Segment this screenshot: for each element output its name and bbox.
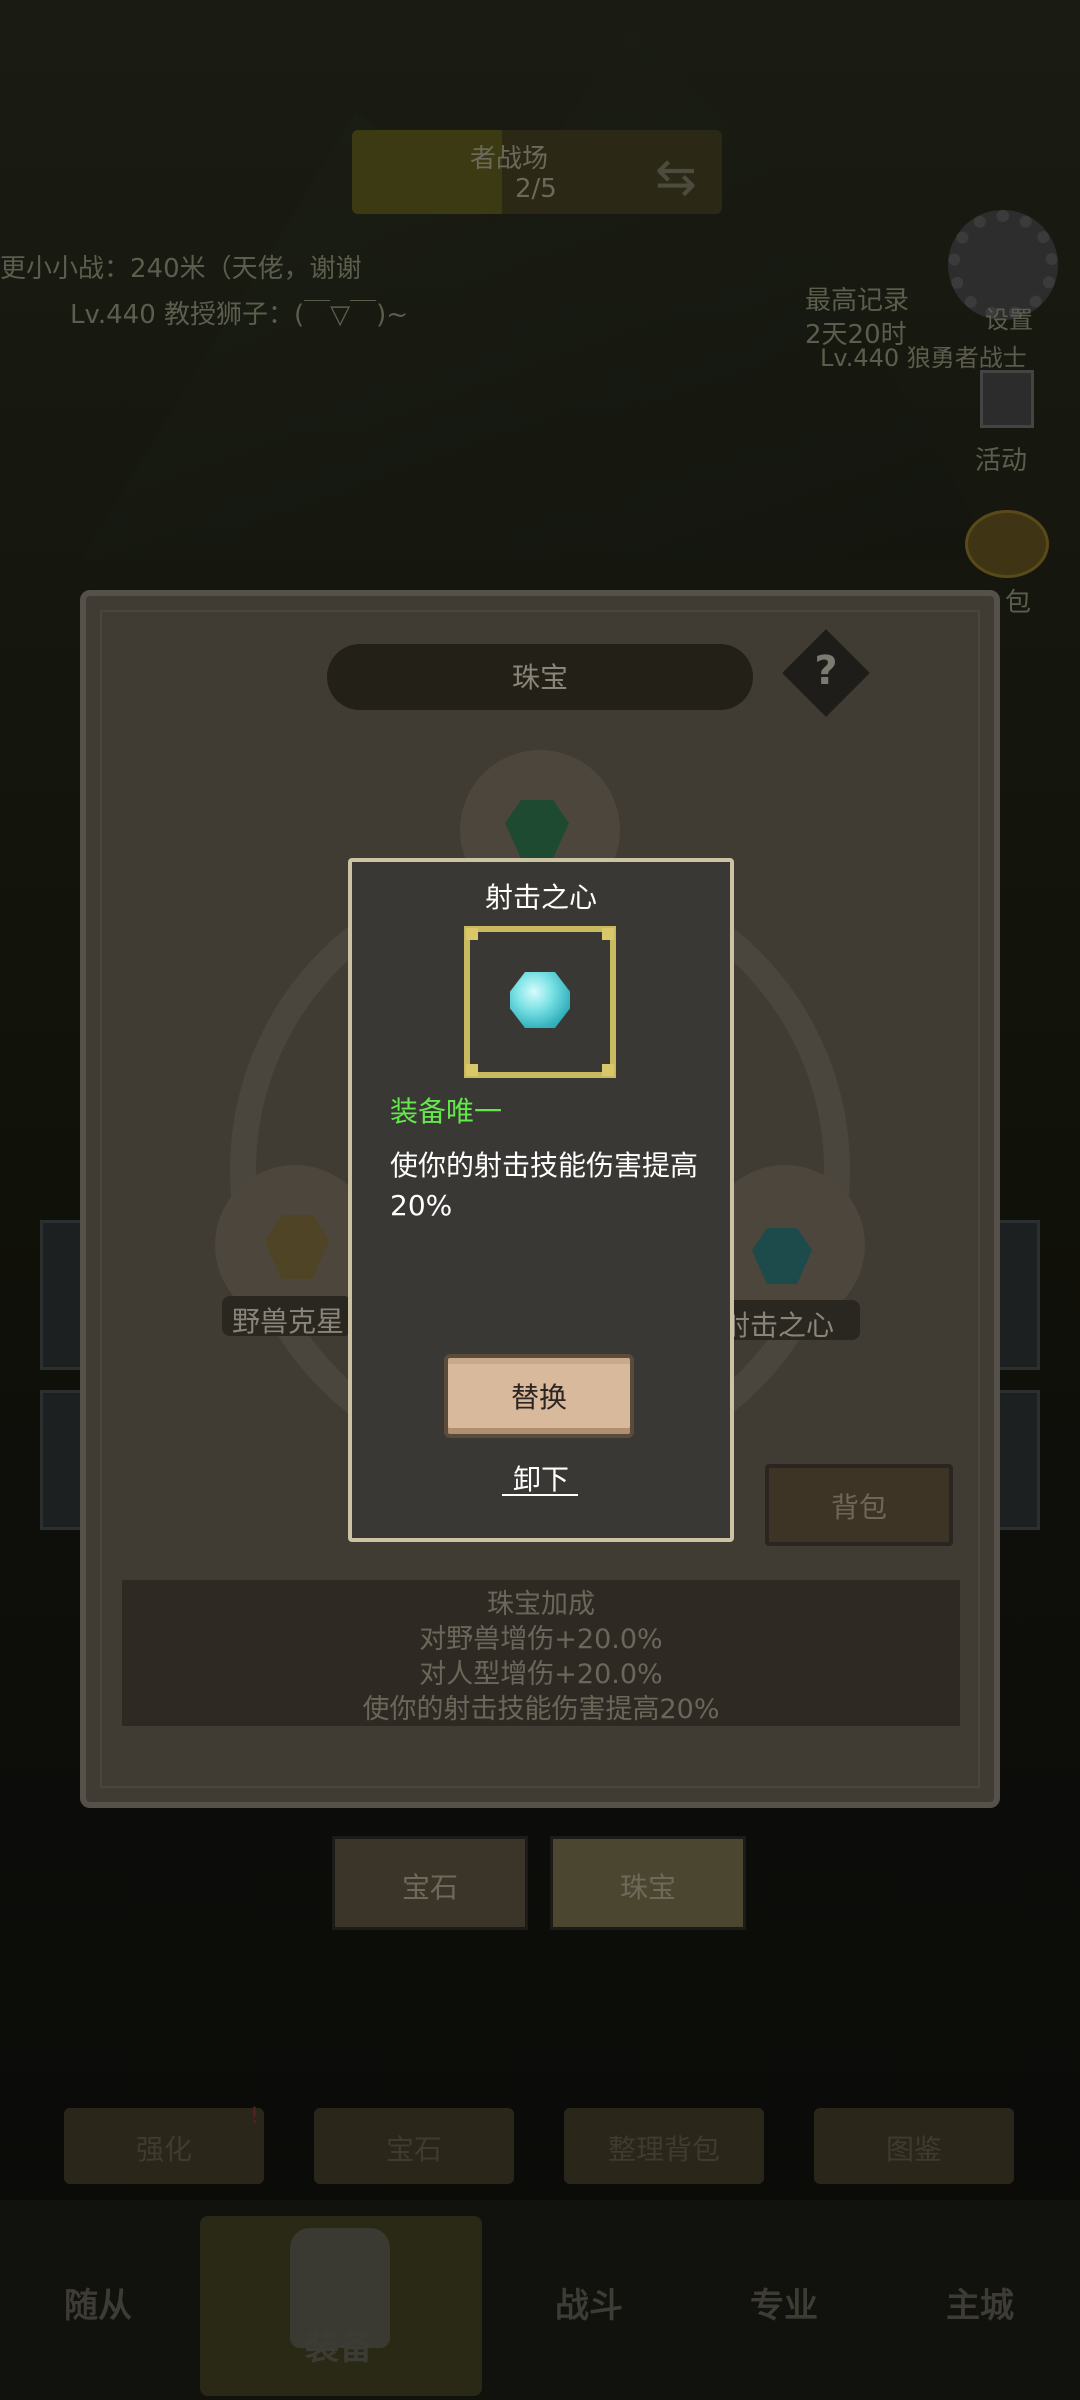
bottom-nav: [0, 2200, 1080, 2400]
slot-label-right: 射击之心: [722, 1309, 835, 1342]
nav-battle[interactable]: 战斗: [555, 2278, 623, 2327]
gift-bag-icon[interactable]: [965, 510, 1049, 578]
swap-arrows-icon[interactable]: ⇆: [655, 148, 697, 206]
nav-followers[interactable]: 随从: [64, 2278, 132, 2327]
bonus-line: 对野兽增伤+20.0%: [419, 1624, 663, 1655]
nav-equipment[interactable]: 装备: [305, 2320, 373, 2369]
enhance-button-label: 强化: [135, 2133, 192, 2166]
bonus-line: 对人型增伤+20.0%: [419, 1659, 663, 1690]
sort-bag-button-label: 整理背包: [607, 2133, 720, 2166]
activity-label: 活动: [975, 446, 1028, 476]
frame-corner: [466, 928, 478, 940]
frame-corner: [466, 1064, 478, 1076]
unique-equip-tag: 装备唯一: [390, 1095, 503, 1128]
stage-count: 2/5: [515, 174, 557, 204]
record-player: Lv.440 狼勇者战士: [820, 344, 1027, 372]
gem-button-label: 宝石: [385, 2133, 442, 2166]
bonus-line: 使你的射击技能伤害提高20%: [362, 1694, 720, 1725]
bag-button-label: 背包: [830, 1491, 887, 1524]
frame-corner: [602, 1064, 614, 1076]
settings-label: 设置: [985, 306, 1033, 334]
panel-title: 珠宝: [511, 661, 568, 694]
unequip-underline: [502, 1494, 578, 1496]
rank-text-line: 更小小战：240米（天佬，谢谢: [0, 254, 362, 284]
frame-corner: [602, 928, 614, 940]
tab-jewel-label: 珠宝: [619, 1871, 676, 1904]
item-name: 射击之心: [484, 881, 597, 914]
bonus-title: 珠宝加成: [487, 1589, 595, 1620]
calendar-icon[interactable]: [980, 370, 1034, 428]
unequip-link[interactable]: 卸下: [348, 1458, 734, 1498]
stage-title: 者战场: [470, 144, 549, 174]
help-icon: ?: [814, 648, 838, 694]
player-text-line: Lv.440 教授狮子：(￣▽￣)~: [70, 300, 409, 330]
codex-button-label: 图鉴: [885, 2133, 942, 2166]
nav-main-city[interactable]: 主城: [946, 2278, 1014, 2327]
notification-dot: !: [250, 2104, 259, 2129]
cyan-gem-icon: [510, 972, 570, 1028]
replace-button-label: 替换: [510, 1381, 567, 1414]
tab-gem-label: 宝石: [401, 1871, 458, 1904]
gift-bag-label: 包: [1005, 588, 1032, 618]
item-description: 使你的射击技能伤害提高20%: [390, 1149, 699, 1222]
nav-profession[interactable]: 专业: [750, 2278, 818, 2327]
slot-label-left: 野兽克星: [232, 1305, 345, 1338]
